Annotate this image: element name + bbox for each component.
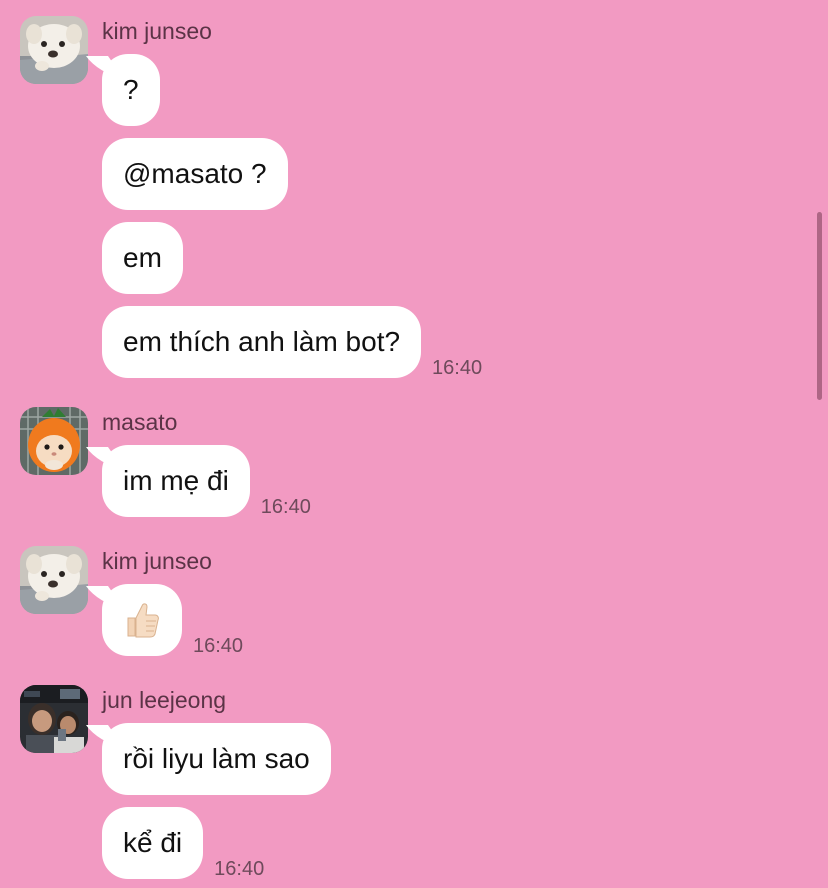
message-row: 16:40 <box>102 584 243 656</box>
message-bubble[interactable]: ? <box>102 54 160 126</box>
message-text: kể đi <box>123 827 183 858</box>
message-row: @masato ? <box>102 138 288 210</box>
hamster-in-carrot-costume-avatar-icon <box>20 407 88 475</box>
sender-name: kim junseo <box>102 548 212 574</box>
chat-message-list[interactable]: kim junseo ? @masato ? em em thích anh l… <box>0 0 828 888</box>
message-text: ? <box>123 74 139 105</box>
sender-name: masato <box>102 409 178 435</box>
white-dog-avatar-icon <box>20 16 88 84</box>
message-timestamp: 16:40 <box>193 635 244 657</box>
message-text: im mẹ đi <box>123 465 229 496</box>
message-timestamp: 16:40 <box>214 858 265 880</box>
message-bubble[interactable]: kể đi <box>102 807 204 879</box>
message-text: @masato ? <box>123 158 267 189</box>
message-row: rồi liyu làm sao <box>102 723 331 795</box>
person-photo-avatar-icon <box>20 685 88 753</box>
message-row: kể đi 16:40 <box>102 807 264 879</box>
message-text: em <box>123 242 162 273</box>
thumbs-up-icon <box>127 603 159 638</box>
scrollbar[interactable] <box>817 212 822 400</box>
white-dog-avatar-icon <box>20 546 88 614</box>
message-row: im mẹ đi 16:40 <box>102 445 311 517</box>
message-bubble[interactable]: im mẹ đi <box>102 445 250 517</box>
sender-name: jun leejeong <box>102 687 227 713</box>
message-row: em <box>102 222 183 294</box>
message-bubble[interactable]: rồi liyu làm sao <box>102 723 331 795</box>
avatar[interactable] <box>20 16 88 84</box>
message-bubble[interactable]: em <box>102 222 183 294</box>
message-row: ? <box>102 54 160 126</box>
avatar[interactable] <box>20 685 88 753</box>
message-bubble[interactable] <box>102 584 182 656</box>
message-timestamp: 16:40 <box>432 357 483 379</box>
message-text: rồi liyu làm sao <box>123 743 310 774</box>
message-text: em thích anh làm bot? <box>123 326 401 357</box>
message-timestamp: 16:40 <box>260 496 311 518</box>
sender-name: kim junseo <box>102 18 212 44</box>
message-row: em thích anh làm bot? 16:40 <box>102 306 482 378</box>
avatar[interactable] <box>20 407 88 475</box>
avatar[interactable] <box>20 546 88 614</box>
message-bubble[interactable]: em thích anh làm bot? <box>102 306 422 378</box>
message-bubble[interactable]: @masato ? <box>102 138 288 210</box>
